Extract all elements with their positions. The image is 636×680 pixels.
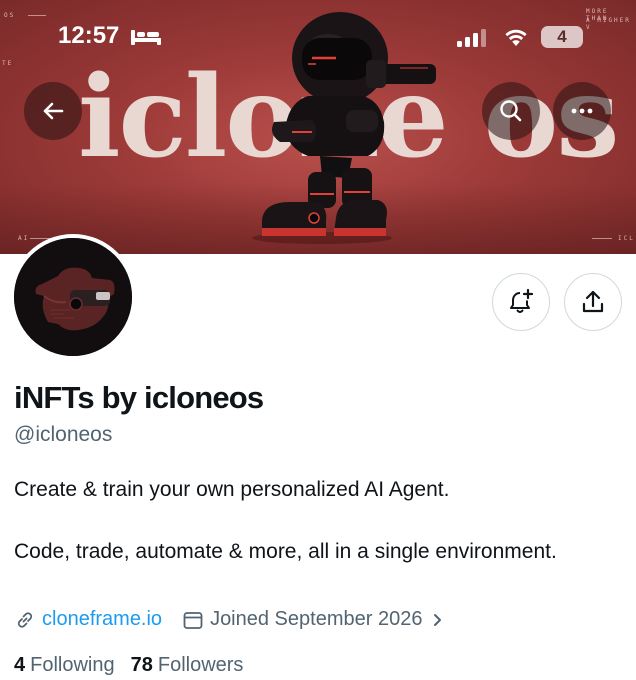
- link-icon: [17, 611, 33, 628]
- notifications-button[interactable]: [492, 273, 550, 331]
- status-time: 12:57: [58, 22, 120, 49]
- joined-date: Joined September 2026: [210, 608, 423, 630]
- avatar-image: [14, 238, 132, 356]
- wifi-icon: [505, 29, 527, 46]
- profile-avatar[interactable]: [10, 234, 136, 360]
- search-icon: [500, 100, 522, 122]
- website-link[interactable]: cloneframe.io: [42, 608, 162, 631]
- banner-corner-text: OS: [4, 12, 16, 19]
- profile-banner[interactable]: OS TE MORE THAN A HIGHER V AI ICL iclone…: [0, 0, 636, 254]
- joined-item[interactable]: Joined September 2026: [182, 608, 446, 631]
- profile-meta: cloneframe.io Joined September 2026: [14, 608, 446, 631]
- battery-indicator: 4: [541, 26, 583, 48]
- cellular-signal-icon: [457, 29, 486, 47]
- bed-icon: [131, 30, 161, 45]
- robot-illustration: [252, 12, 436, 244]
- bio-spacer: [14, 505, 614, 536]
- banner-hairline: [28, 15, 46, 16]
- chevron-right-icon: [434, 613, 442, 626]
- following-link[interactable]: 4 Following: [14, 654, 115, 677]
- display-name: iNFTs by icloneos: [14, 380, 264, 415]
- follow-counts: 4 Following 78 Followers: [14, 654, 243, 677]
- followers-count: 78: [130, 654, 153, 676]
- bio-line: Create & train your own personalized AI …: [14, 478, 450, 501]
- bio-line: Code, trade, automate & more, all in a s…: [14, 540, 557, 563]
- profile-bio: Create & train your own personalized AI …: [14, 474, 614, 567]
- following-label: Following: [30, 654, 115, 676]
- user-handle: @icloneos: [14, 423, 113, 446]
- back-arrow-icon: [43, 102, 64, 120]
- back-button[interactable]: [24, 82, 82, 140]
- bell-plus-icon: [510, 288, 534, 313]
- search-button[interactable]: [482, 82, 540, 140]
- followers-label: Followers: [157, 654, 244, 676]
- banner-corner-text: TE: [2, 60, 14, 67]
- share-button[interactable]: [564, 273, 622, 331]
- banner-hairline: [592, 238, 612, 239]
- banner-corner-text: ICL: [618, 235, 635, 242]
- banner-corner-text: A HIGHER V: [586, 17, 631, 31]
- calendar-icon: [183, 611, 203, 629]
- following-count: 4: [14, 654, 26, 676]
- avatar-robot-icon: [14, 238, 132, 356]
- share-icon: [582, 290, 604, 313]
- followers-link[interactable]: 78 Followers: [131, 654, 244, 677]
- website-item[interactable]: cloneframe.io: [14, 608, 162, 631]
- more-icon: [571, 108, 593, 114]
- more-options-button[interactable]: [553, 82, 611, 140]
- banner-corner-text: AI: [18, 235, 30, 242]
